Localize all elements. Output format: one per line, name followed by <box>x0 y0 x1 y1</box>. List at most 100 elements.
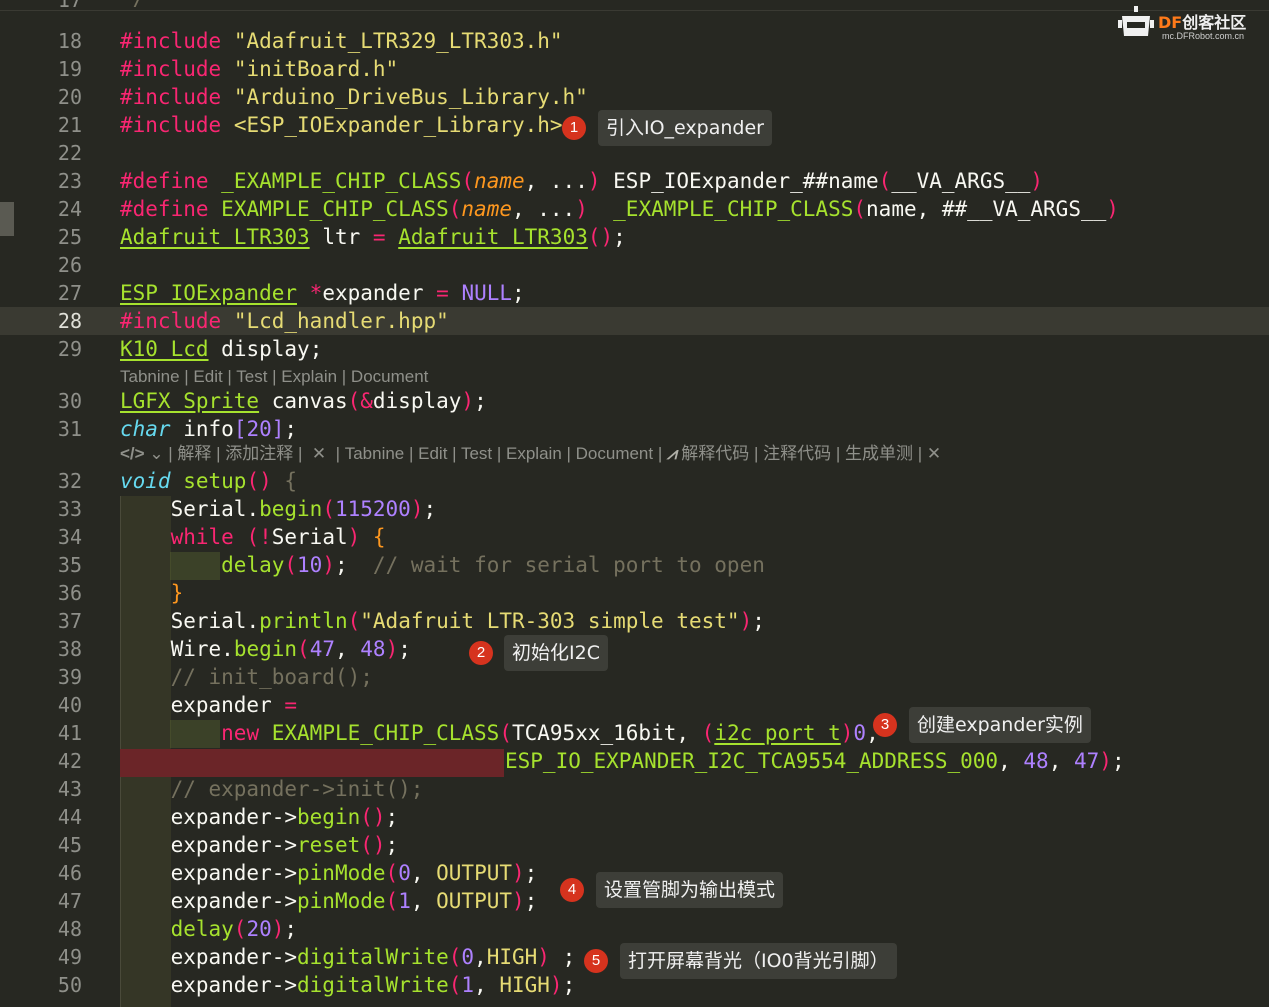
constructor: Adafruit_LTR303 <box>398 225 588 249</box>
line-number: 35 <box>57 553 82 577</box>
code-line-28-current[interactable]: 28 #include "Lcd_handler.hpp" <box>0 307 1269 335</box>
annotation-badge-2: 2 <box>469 641 493 665</box>
keyword: #include <box>120 309 222 333</box>
keyword: #include <box>120 29 222 53</box>
code-line-42[interactable]: 42 ESP_IO_EXPANDER_I2C_TCA9554_ADDRESS_0… <box>0 747 1269 775</box>
annotation-badge-4: 4 <box>560 878 584 902</box>
line-number: 23 <box>57 169 82 193</box>
chevron-down-icon[interactable]: ⌄ <box>145 444 169 463</box>
logo-subtitle: mc.DFRobot.com.cn <box>1162 31 1245 41</box>
line-number: 34 <box>57 525 82 549</box>
include-path: <ESP_IOExpander_Library.h> <box>233 113 563 137</box>
keyword: #define <box>120 197 209 221</box>
line-number: 24 <box>57 197 82 221</box>
code-line-36[interactable]: 36 } <box>0 579 1269 607</box>
code-ai-icon[interactable]: </> <box>120 444 145 463</box>
code-line-44[interactable]: 44 expander->begin(); <box>0 803 1269 831</box>
line-number: 18 <box>57 29 82 53</box>
line-number: 17 <box>57 0 82 12</box>
function-call: pinMode <box>297 889 386 913</box>
code-editor[interactable]: 17 */ 18 #include "Adafruit_LTR329_LTR30… <box>0 0 1269 1007</box>
keyword: #define <box>120 169 209 193</box>
keyword: while <box>170 525 234 549</box>
keyword: new <box>221 721 260 745</box>
line-number: 20 <box>57 85 82 109</box>
code-line-20[interactable]: 20 #include "Arduino_DriveBus_Library.h" <box>0 83 1269 111</box>
code-line-34[interactable]: 34 while (!Serial) { <box>0 523 1269 551</box>
line-number: 50 <box>57 973 82 997</box>
annotation-badge-1: 1 <box>562 116 586 140</box>
line-number: 28 <box>57 309 82 333</box>
variable: ltr <box>322 225 361 249</box>
code-line-43[interactable]: 43 // expander->init(); <box>0 775 1269 803</box>
line-number: 46 <box>57 861 82 885</box>
macro-body: ESP_IOExpander_##name <box>613 169 879 193</box>
line-number: 31 <box>57 417 82 441</box>
line-number: 42 <box>57 749 82 773</box>
macro-name: _EXAMPLE_CHIP_CLASS <box>221 169 462 193</box>
function-call: begin <box>259 497 323 521</box>
line-number: 39 <box>57 665 82 689</box>
line-number: 47 <box>57 889 82 913</box>
line-number: 27 <box>57 281 82 305</box>
function-name: setup <box>183 469 247 493</box>
code-line-24[interactable]: 24 #define EXAMPLE_CHIP_CLASS(name, ...)… <box>0 195 1269 223</box>
include-path: "Adafruit_LTR329_LTR303.h" <box>233 29 563 53</box>
code-line-29[interactable]: 29 K10_Lcd display; <box>0 335 1269 363</box>
function-call: pinMode <box>297 861 386 885</box>
code-line-27[interactable]: 27 ESP_IOExpander *expander = NULL; <box>0 279 1269 307</box>
code-line-35[interactable]: 35 delay(10); // wait for serial port to… <box>0 551 1269 579</box>
code-line-45[interactable]: 45 expander->reset(); <box>0 831 1269 859</box>
annotation-badge-3: 3 <box>873 713 897 737</box>
macro-param: name <box>474 169 525 193</box>
variable: canvas <box>271 389 348 413</box>
code-line-32[interactable]: 32 void setup() { <box>0 467 1269 495</box>
line-number: 40 <box>57 693 82 717</box>
line-number: 36 <box>57 581 82 605</box>
editor-top-edge: 17 */ <box>0 0 1269 12</box>
function-call: digitalWrite <box>297 945 449 969</box>
code-line-48[interactable]: 48 delay(20); <box>0 915 1269 943</box>
function-call: delay <box>170 917 234 941</box>
line-number: 33 <box>57 497 82 521</box>
keyword: #include <box>120 113 222 137</box>
line-number: 26 <box>57 253 82 277</box>
line-number: 45 <box>57 833 82 857</box>
comment: // wait for serial port to open <box>372 553 765 577</box>
keyword: #include <box>120 85 222 109</box>
variable: expander <box>322 281 424 305</box>
line-number: 29 <box>57 337 82 361</box>
code-line-25[interactable]: 25 Adafruit_LTR303 ltr = Adafruit_LTR303… <box>0 223 1269 251</box>
code-line-19[interactable]: 19 #include "initBoard.h" <box>0 55 1269 83</box>
code-line-31[interactable]: 31 char info[20]; <box>0 415 1269 443</box>
include-path: "initBoard.h" <box>233 57 399 81</box>
include-path: "Lcd_handler.hpp" <box>233 309 449 333</box>
codelens-ai-actions-cn[interactable]: 解释代码 | 注释代码 | 生成单测 | ✕ <box>681 444 941 463</box>
code-line-39[interactable]: 39 // init_board(); <box>0 663 1269 691</box>
function-call: reset <box>297 833 361 857</box>
function-call: delay <box>221 553 285 577</box>
line-number: 32 <box>57 469 82 493</box>
logo-brand-df: DF <box>1158 13 1183 32</box>
type-name: ESP_IOExpander <box>120 281 298 305</box>
code-line-18[interactable]: 18 #include "Adafruit_LTR329_LTR303.h" <box>0 27 1269 55</box>
annotation-callout-1: 引入IO_expander <box>598 110 772 146</box>
function-call: begin <box>233 637 298 661</box>
codelens-actions[interactable]: | 解释 | 添加注释 | ✕ | Tabnine | Edit | Test … <box>168 444 667 463</box>
keyword: #include <box>120 57 222 81</box>
line-number: 22 <box>57 141 82 165</box>
code-line-37[interactable]: 37 Serial.println("Adafruit LTR-303 simp… <box>0 607 1269 635</box>
codelens-ai-actions[interactable]: </> ⌄ | 解释 | 添加注释 | ✕ | Tabnine | Edit |… <box>0 441 1269 467</box>
code-line-38[interactable]: 38 Wire.begin(47, 48); <box>0 635 1269 663</box>
constant: NULL <box>461 281 513 305</box>
annotation-badge-5: 5 <box>584 949 608 973</box>
variable: display <box>221 337 310 361</box>
code-line-26[interactable]: 26 <box>0 251 1269 279</box>
macro-arg: __VA_ARGS__ <box>891 169 1031 193</box>
code-line-30[interactable]: 30 LGFX_Sprite canvas(&display); <box>0 387 1269 415</box>
annotation-callout-5: 打开屏幕背光（IO0背光引脚） <box>620 943 897 979</box>
code-line-23[interactable]: 23 #define _EXAMPLE_CHIP_CLASS(name, ...… <box>0 167 1269 195</box>
line-number: 21 <box>57 113 82 137</box>
marscode-icon: ⩘ <box>666 444 682 463</box>
code-line-33[interactable]: 33 Serial.begin(115200); <box>0 495 1269 523</box>
